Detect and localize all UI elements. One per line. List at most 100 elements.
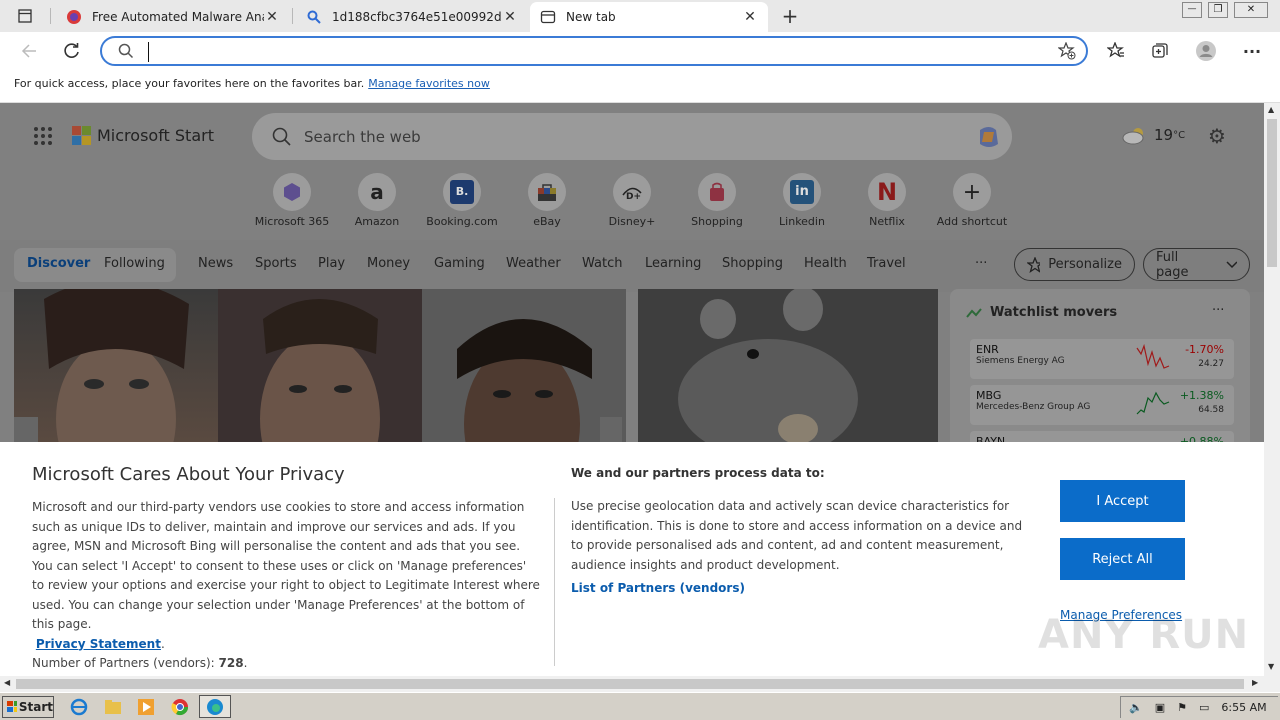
reject-all-button[interactable]: Reject All — [1060, 538, 1185, 580]
accept-button[interactable]: I Accept — [1060, 480, 1185, 522]
page-settings-icon[interactable]: ⚙ — [1208, 124, 1226, 148]
privacy-body-text: Microsoft and our third-party vendors us… — [32, 500, 540, 631]
close-tab-icon[interactable]: ✕ — [264, 9, 280, 25]
nav-travel[interactable]: Travel — [867, 256, 906, 271]
stock-change: -1.70% — [1185, 343, 1224, 356]
search-icon — [118, 43, 134, 59]
refresh-button[interactable] — [57, 36, 87, 66]
portrait-image — [260, 299, 380, 444]
shortcut-netflix[interactable]: N Netflix — [845, 173, 929, 228]
nav-money[interactable]: Money — [367, 256, 410, 271]
nav-watch[interactable]: Watch — [582, 256, 622, 271]
scroll-up-icon[interactable]: ▲ — [1268, 105, 1274, 114]
file-explorer-icon[interactable] — [104, 698, 122, 716]
news-image-rat[interactable] — [638, 289, 938, 444]
address-input[interactable] — [148, 42, 1028, 62]
microsoft-start-logo[interactable]: Microsoft Start — [72, 126, 214, 145]
nav-gaming[interactable]: Gaming — [434, 256, 485, 271]
scroll-down-icon[interactable]: ▼ — [1268, 662, 1274, 671]
add-icon: + — [953, 173, 991, 211]
minimize-button[interactable]: — — [1182, 2, 1202, 18]
shortcut-ebay[interactable]: eBay — [505, 173, 589, 228]
list-of-partners-link[interactable]: List of Partners (vendors) — [571, 581, 745, 595]
shortcut-booking[interactable]: B. Booking.com — [420, 173, 504, 228]
scroll-left-icon[interactable]: ◀ — [4, 678, 10, 687]
collections-button[interactable] — [1145, 36, 1175, 66]
news-image-person-1[interactable] — [14, 289, 218, 444]
shortcut-shopping[interactable]: Shopping — [675, 173, 759, 228]
watchlist-row[interactable]: MBG Mercedes-Benz Group AG +1.38% 64.58 — [970, 385, 1234, 425]
nav-learning[interactable]: Learning — [645, 256, 701, 271]
manage-favorites-link[interactable]: Manage favorites now — [368, 77, 490, 90]
weather-widget[interactable]: 19 °C — [1122, 125, 1185, 145]
favorites-button[interactable] — [1101, 36, 1131, 66]
tab-any-run[interactable]: Free Automated Malware Analy ✕ — [56, 2, 290, 32]
web-search-box[interactable]: Search the web — [252, 113, 1012, 160]
shortcut-amazon[interactable]: a Amazon — [335, 173, 419, 228]
toolbar: ··· — [0, 32, 1280, 70]
shortcut-add[interactable]: + Add shortcut — [930, 173, 1014, 228]
edge-taskbar-button[interactable] — [199, 695, 231, 718]
chrome-icon[interactable] — [171, 698, 189, 716]
scrollbar-thumb[interactable] — [16, 679, 1244, 689]
tab-actions-button[interactable] — [10, 1, 40, 31]
search-favicon-icon — [306, 9, 322, 25]
shortcut-disney[interactable]: D+ Disney+ — [590, 173, 674, 228]
close-tab-icon[interactable]: ✕ — [502, 9, 518, 25]
news-image-person-3[interactable] — [422, 289, 626, 444]
clock: 6:55 AM — [1221, 701, 1267, 714]
watchlist-more-icon[interactable]: ··· — [1212, 303, 1224, 318]
settings-more-button[interactable]: ··· — [1237, 36, 1267, 66]
privacy-statement-link[interactable]: Privacy Statement — [36, 637, 161, 651]
stock-price: 64.58 — [1198, 405, 1224, 415]
back-button[interactable] — [14, 36, 44, 66]
full-page-dropdown[interactable]: Full page — [1143, 248, 1250, 281]
scroll-right-icon[interactable]: ▶ — [1252, 678, 1258, 687]
nav-weather[interactable]: Weather — [506, 256, 561, 271]
scrollbar-thumb[interactable] — [1267, 119, 1277, 267]
data-processing-purposes: Use precise geolocation data and activel… — [571, 499, 1023, 572]
tab-discover[interactable]: Discover — [27, 256, 90, 271]
close-window-button[interactable]: ✕ — [1234, 2, 1268, 18]
internet-explorer-icon[interactable] — [70, 698, 88, 716]
close-tab-icon[interactable]: ✕ — [742, 9, 758, 25]
refresh-icon — [64, 43, 79, 58]
horizontal-scrollbar[interactable]: ◀ ▶ — [0, 676, 1264, 692]
vertical-scrollbar[interactable]: ▲ ▼ — [1264, 103, 1280, 676]
add-favorite-icon[interactable] — [1058, 42, 1076, 60]
tab-following[interactable]: Following — [104, 256, 165, 271]
nav-news[interactable]: News — [198, 256, 233, 271]
media-player-icon[interactable] — [137, 698, 155, 716]
temperature: 19 — [1154, 126, 1174, 144]
nav-more-icon[interactable]: ··· — [975, 256, 987, 271]
copilot-icon[interactable] — [974, 122, 1004, 152]
start-button[interactable]: Start — [2, 696, 54, 718]
new-tab-button[interactable]: + — [775, 1, 805, 31]
app-launcher-icon[interactable] — [34, 127, 52, 145]
shortcut-linkedin[interactable]: in Linkedin — [760, 173, 844, 228]
tab-new-tab[interactable]: New tab ✕ — [530, 2, 768, 32]
nav-play[interactable]: Play — [318, 256, 345, 271]
news-image-person-2[interactable] — [218, 289, 422, 444]
nav-shopping[interactable]: Shopping — [722, 256, 783, 271]
portrait-image — [457, 319, 592, 444]
personalize-button[interactable]: Personalize — [1014, 248, 1135, 281]
nav-health[interactable]: Health — [804, 256, 847, 271]
tab-search[interactable]: 1d188cfbc3764e51e00992dbacc ✕ — [296, 2, 528, 32]
action-center-icon[interactable]: ▭ — [1199, 701, 1209, 714]
shortcut-microsoft-365[interactable]: Microsoft 365 — [250, 173, 334, 228]
profile-button[interactable] — [1191, 36, 1221, 66]
shortcut-label: Add shortcut — [936, 215, 1008, 228]
next-arrow-icon[interactable] — [600, 417, 622, 444]
restore-button[interactable]: ❐ — [1208, 2, 1228, 18]
watchlist-row[interactable]: ENR Siemens Energy AG -1.70% 24.27 — [970, 339, 1234, 379]
taskbar: Start 🔈 ▣ ⚑ ▭ 6:55 AM — [0, 692, 1280, 720]
anyrun-watermark: ANY RUN — [1038, 612, 1250, 658]
tab-title: 1d188cfbc3764e51e00992dbacc — [332, 10, 502, 24]
favorites-bar-text: For quick access, place your favorites h… — [14, 77, 365, 90]
volume-icon[interactable]: 🔈 — [1129, 701, 1143, 714]
network-icon[interactable]: ▣ — [1155, 701, 1165, 714]
address-bar[interactable] — [100, 36, 1088, 66]
nav-sports[interactable]: Sports — [255, 256, 297, 271]
flag-icon[interactable]: ⚑ — [1177, 701, 1187, 714]
